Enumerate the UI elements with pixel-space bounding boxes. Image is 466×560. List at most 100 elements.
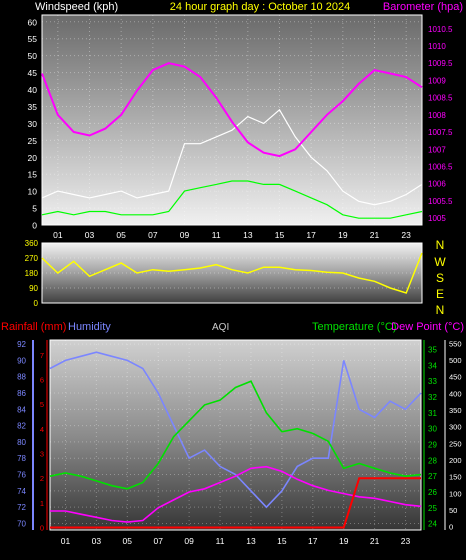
wind-y-tick: 20: [28, 153, 38, 163]
rain-y-tick: 2: [40, 474, 44, 483]
x-tick-label: 05: [123, 536, 133, 546]
wind-y-tick: 55: [28, 34, 38, 44]
baro-y-tick: 1006: [428, 180, 446, 189]
aqi-y-tick: 350: [449, 406, 462, 415]
baro-y-tick: 1008: [428, 111, 446, 120]
rain-y-tick: 3: [40, 450, 44, 459]
aqi-y-tick: 50: [449, 506, 457, 515]
wind-y-tick: 50: [28, 51, 38, 61]
chart-title: 24 hour graph day : October 10 2024: [170, 1, 350, 13]
x-tick-label: 15: [275, 230, 285, 240]
aqi-y-tick: 250: [449, 439, 462, 448]
baro-y-tick: 1008.5: [428, 94, 453, 103]
x-tick-label: 07: [148, 230, 158, 240]
rain-y-tick: 5: [40, 400, 44, 409]
direction-y-tick: 360: [25, 239, 39, 248]
x-tick-label: 21: [370, 230, 380, 240]
compass-n-top: N: [436, 238, 445, 252]
x-tick-label: 07: [153, 536, 163, 546]
direction-y-tick: 90: [29, 284, 38, 293]
x-tick-label: 11: [212, 230, 221, 240]
baro-y-tick: 1007.5: [428, 128, 453, 137]
direction-panel: 0 90 180 270 360 N W S E N: [25, 238, 447, 317]
aqi-y-tick: 450: [449, 373, 462, 382]
aqi-y-tick: 400: [449, 389, 462, 398]
aqi-y-axis-labels: 0 50 100 150 200 250 300 350 400 450 500 550: [449, 339, 462, 531]
x-tick-label: 19: [338, 230, 348, 240]
wind-baro-panel: 051015202530354045505560 10051005.510061…: [28, 1, 463, 240]
aqi-y-tick: 100: [449, 489, 462, 498]
humidity-y-tick: 80: [17, 438, 26, 447]
direction-y-tick: 270: [25, 254, 39, 263]
aqi-y-tick: 500: [449, 356, 462, 365]
compass-e: E: [436, 287, 444, 301]
humidity-y-tick: 74: [17, 487, 26, 496]
humidity-y-tick: 78: [17, 454, 26, 463]
x-tick-label: 11: [216, 536, 225, 546]
baro-y-tick: 1009.5: [428, 59, 453, 68]
temp-y-tick: 30: [428, 425, 437, 434]
humidity-y-tick: 76: [17, 471, 26, 480]
aqi-label: AQI: [212, 322, 229, 333]
baro-y-tick: 1010.5: [428, 25, 453, 34]
windspeed-label: Windspeed (kph): [35, 1, 118, 13]
compass-labels: N W S E N: [434, 238, 446, 317]
wind-y-tick: 15: [28, 170, 38, 180]
rainfall-label: Rainfall (mm): [1, 321, 66, 333]
x-tick-label: 01: [53, 230, 63, 240]
wind-y-tick: 40: [28, 85, 38, 95]
humidity-y-axis-labels: 70 72 74 76 78 80 82 84 86 88 90 92: [17, 340, 26, 528]
temp-hum-plot-bg: [49, 339, 422, 531]
baro-y-tick: 1006.5: [428, 162, 453, 171]
baro-y-tick: 1005.5: [428, 197, 453, 206]
x-tick-label: 13: [246, 536, 256, 546]
x-tick-label: 15: [277, 536, 287, 546]
baro-y-tick: 1007: [428, 145, 446, 154]
top-x-axis-labels: 01 03 05 07 09 11 13 15 17 19 21 23: [53, 230, 411, 240]
direction-y-tick: 180: [25, 269, 39, 278]
compass-n-bottom: N: [436, 303, 445, 317]
rain-y-tick: 0: [40, 524, 44, 533]
wind-y-tick: 60: [28, 17, 38, 27]
humidity-y-tick: 86: [17, 389, 26, 398]
temp-y-axis-labels: 24 25 26 27 28 29 30 31 32 33 34 35: [428, 346, 437, 529]
temp-y-tick: 32: [428, 393, 437, 402]
x-tick-label: 01: [61, 536, 71, 546]
aqi-y-tick: 300: [449, 423, 462, 432]
rain-y-tick: 4: [40, 425, 44, 434]
direction-y-axis-labels: 0 90 180 270 360: [25, 239, 39, 308]
rain-y-tick: 6: [40, 375, 44, 384]
temp-y-tick: 26: [428, 488, 437, 497]
aqi-y-tick: 550: [449, 339, 462, 348]
rain-y-tick: 1: [40, 499, 44, 508]
humidity-y-tick: 82: [17, 422, 26, 431]
baro-y-tick: 1010: [428, 42, 446, 51]
compass-w: W: [434, 255, 446, 269]
temp-y-tick: 29: [428, 441, 437, 450]
barometer-label: Barometer (hpa): [383, 1, 463, 13]
baro-y-axis-labels: 1005 1005.5 1006 1006.5 1007 1007.5 1008 1008.5…: [428, 25, 453, 223]
bottom-x-axis-labels: 01 03 05 07 09 11 13 15 17 19 21 23: [61, 536, 411, 546]
x-tick-label: 05: [116, 230, 126, 240]
aqi-y-tick: 0: [449, 523, 453, 532]
wind-y-tick: 25: [28, 136, 38, 146]
wind-y-tick: 10: [28, 187, 38, 197]
x-tick-label: 23: [401, 536, 411, 546]
wind-y-tick: 30: [28, 119, 38, 129]
humidity-y-tick: 92: [17, 340, 26, 349]
wind-y-axis-labels: 0 5 10 15 20 25 30 35 40 45 50 55 60: [28, 17, 38, 230]
x-tick-label: 03: [92, 536, 102, 546]
temp-y-tick: 27: [428, 472, 437, 481]
wind-y-tick: 0: [32, 221, 37, 231]
temp-y-tick: 28: [428, 456, 437, 465]
x-tick-label: 03: [85, 230, 95, 240]
x-tick-label: 19: [339, 536, 349, 546]
temp-y-tick: 33: [428, 377, 437, 386]
baro-y-tick: 1009: [428, 76, 446, 85]
temp-y-tick: 31: [428, 409, 437, 418]
humidity-y-tick: 88: [17, 373, 26, 382]
wind-y-tick: 5: [32, 204, 37, 214]
x-tick-label: 17: [306, 230, 316, 240]
aqi-y-tick: 200: [449, 456, 462, 465]
humidity-label: Humidity: [68, 321, 111, 333]
